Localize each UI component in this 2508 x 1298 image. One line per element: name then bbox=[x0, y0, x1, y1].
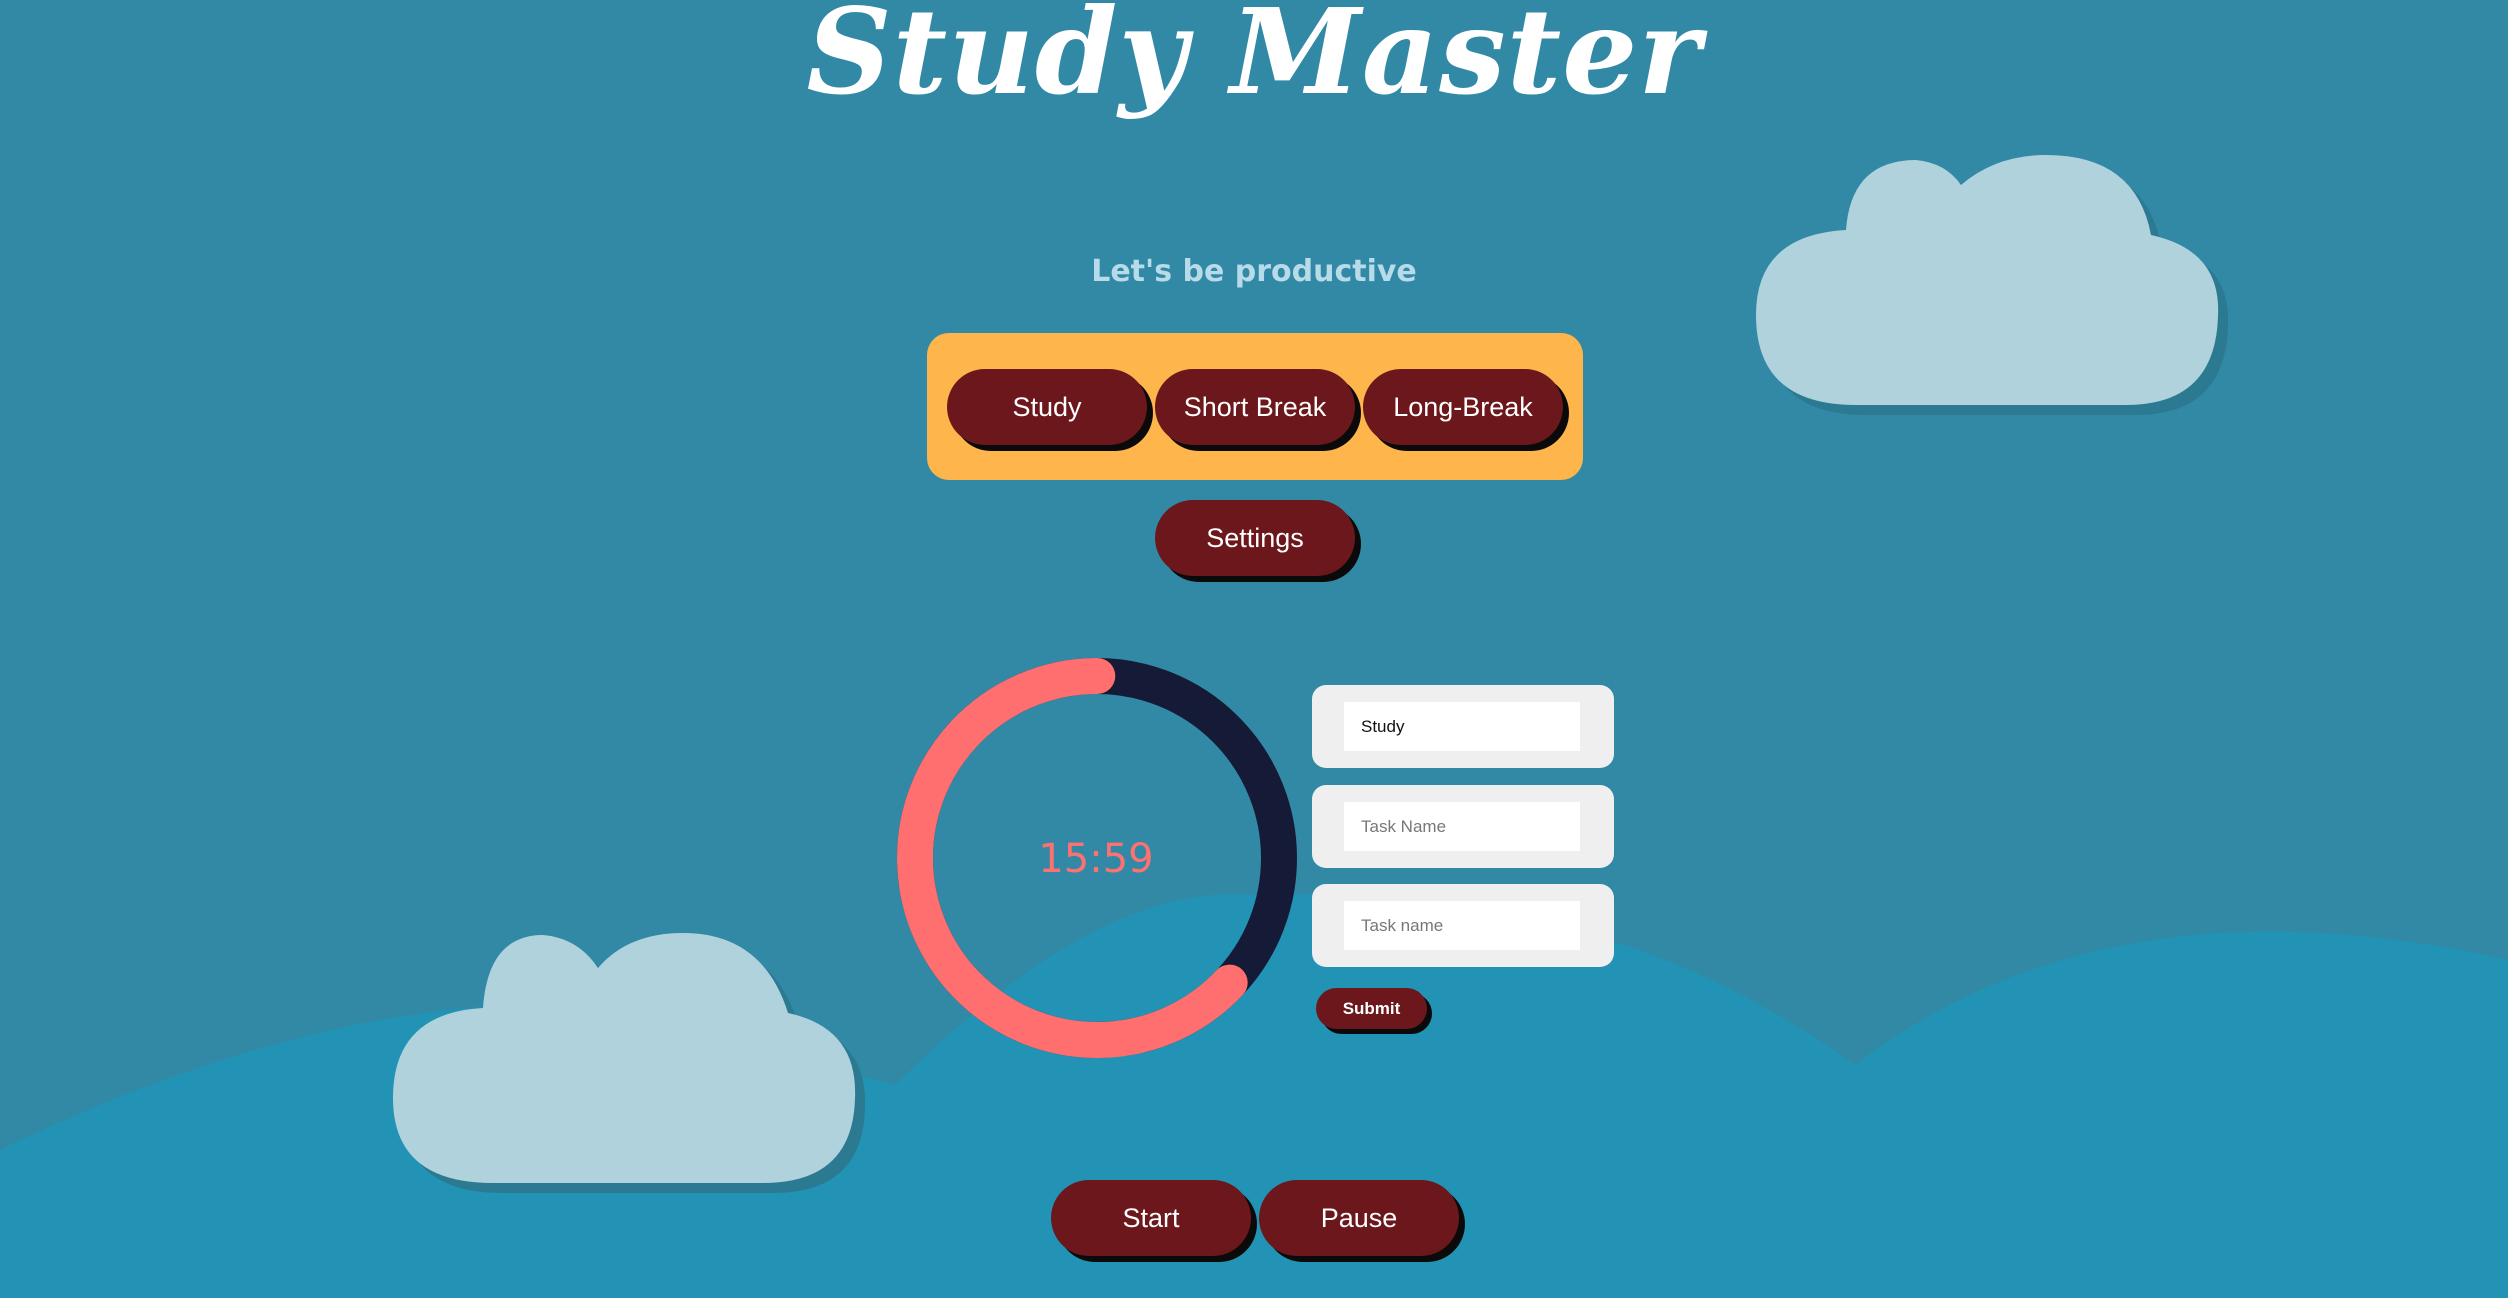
app-title: Study Master bbox=[806, 0, 1702, 121]
timer-display: 15:59 bbox=[1038, 836, 1154, 882]
task-name-input-2[interactable] bbox=[1344, 901, 1580, 950]
mode-short-break-button[interactable]: Short Break bbox=[1155, 369, 1355, 445]
task-field-container-1 bbox=[1312, 685, 1614, 768]
task-name-input[interactable] bbox=[1344, 802, 1580, 851]
pause-button[interactable]: Pause bbox=[1259, 1180, 1459, 1256]
cloud-left bbox=[393, 933, 866, 1193]
task-type-input[interactable] bbox=[1344, 702, 1580, 751]
task-field-container-3 bbox=[1312, 884, 1614, 967]
task-field-container-2 bbox=[1312, 785, 1614, 868]
mode-study-button[interactable]: Study bbox=[947, 369, 1147, 445]
submit-button[interactable]: Submit bbox=[1316, 988, 1427, 1029]
mode-selector-panel: Study Short Break Long-Break bbox=[927, 333, 1583, 480]
mode-long-break-button[interactable]: Long-Break bbox=[1363, 369, 1563, 445]
settings-button[interactable]: Settings bbox=[1155, 500, 1355, 576]
app-subtitle: Let's be productive bbox=[1091, 254, 1417, 289]
start-button[interactable]: Start bbox=[1051, 1180, 1251, 1256]
background-scenery bbox=[0, 155, 2508, 1298]
